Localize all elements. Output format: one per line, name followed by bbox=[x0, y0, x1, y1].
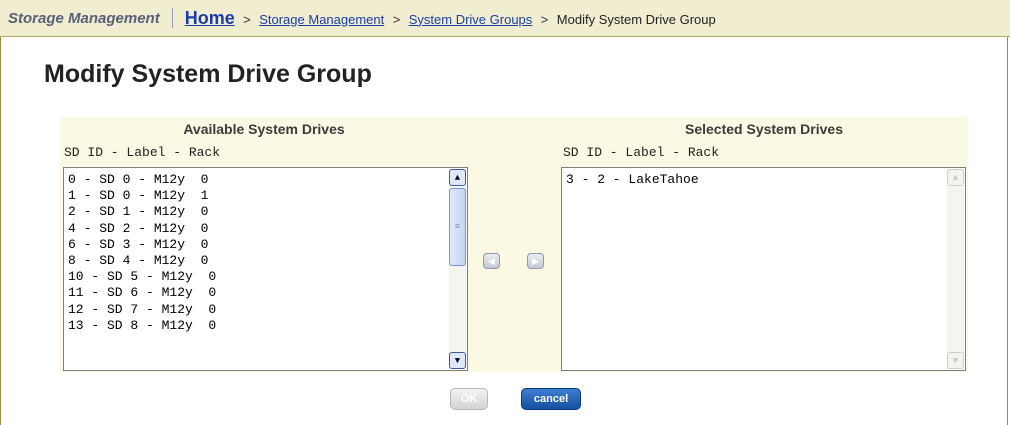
scroll-up-arrow-icon[interactable]: ▲ bbox=[947, 169, 964, 186]
ok-button[interactable]: OK bbox=[450, 388, 488, 410]
app-title: Storage Management bbox=[8, 9, 160, 27]
list-item[interactable]: 11 - SD 6 - M12y 0 bbox=[64, 285, 467, 301]
scroll-down-arrow-icon[interactable]: ▼ bbox=[947, 352, 964, 369]
scrollbar-thumb[interactable]: ≡ bbox=[449, 188, 466, 266]
selected-drives-heading: Selected System Drives bbox=[685, 121, 843, 137]
selected-drives-list[interactable]: 3 - 2 - LakeTahoe ▲ ▼ bbox=[561, 167, 966, 371]
move-left-button[interactable]: ◀ bbox=[483, 253, 500, 269]
list-item[interactable]: 4 - SD 2 - M12y 0 bbox=[64, 221, 467, 237]
move-right-button[interactable]: ▶ bbox=[527, 253, 544, 269]
available-drives-list[interactable]: 0 - SD 0 - M12y 01 - SD 0 - M12y 12 - SD… bbox=[63, 167, 468, 371]
breadcrumb-current: Modify System Drive Group bbox=[556, 11, 716, 27]
list-item[interactable]: 2 - SD 1 - M12y 0 bbox=[64, 204, 467, 220]
arrow-right-icon: ▶ bbox=[532, 255, 539, 266]
list-item[interactable]: 12 - SD 7 - M12y 0 bbox=[64, 302, 467, 318]
scroll-up-arrow-icon[interactable]: ▲ bbox=[449, 169, 466, 186]
available-drives-heading: Available System Drives bbox=[183, 121, 345, 137]
list-item[interactable]: 6 - SD 3 - M12y 0 bbox=[64, 237, 467, 253]
breadcrumb-system-drive-groups-link[interactable]: System Drive Groups bbox=[409, 12, 533, 27]
available-drives-options: 0 - SD 0 - M12y 01 - SD 0 - M12y 12 - SD… bbox=[64, 168, 467, 334]
selected-drives-options: 3 - 2 - LakeTahoe bbox=[562, 168, 965, 188]
page-title: Modify System Drive Group bbox=[44, 60, 372, 88]
breadcrumb-separator: > bbox=[243, 11, 251, 27]
list-item[interactable]: 10 - SD 5 - M12y 0 bbox=[64, 269, 467, 285]
drive-selection-panel: Available System Drives SD ID - Label - … bbox=[60, 117, 968, 372]
header-divider bbox=[171, 8, 173, 28]
breadcrumb-home-link[interactable]: Home bbox=[185, 8, 235, 28]
scroll-down-arrow-icon[interactable]: ▼ bbox=[449, 352, 466, 369]
arrow-left-icon: ◀ bbox=[488, 255, 495, 266]
breadcrumb: Home > Storage Management > System Drive… bbox=[185, 8, 716, 29]
selected-columns-label: SD ID - Label - Rack bbox=[563, 145, 720, 160]
available-columns-label: SD ID - Label - Rack bbox=[64, 145, 221, 160]
grip-icon: ≡ bbox=[454, 221, 461, 232]
header-bar: Storage Management Home > Storage Manage… bbox=[0, 0, 1010, 37]
list-item[interactable]: 8 - SD 4 - M12y 0 bbox=[64, 253, 467, 269]
list-item[interactable]: 13 - SD 8 - M12y 0 bbox=[64, 318, 467, 334]
list-item[interactable]: 1 - SD 0 - M12y 1 bbox=[64, 188, 467, 204]
available-list-scrollbar[interactable]: ▲ ≡ ▼ bbox=[449, 169, 466, 369]
breadcrumb-separator: > bbox=[540, 11, 549, 27]
breadcrumb-storage-management-link[interactable]: Storage Management bbox=[259, 12, 384, 27]
list-item[interactable]: 0 - SD 0 - M12y 0 bbox=[64, 172, 467, 188]
breadcrumb-separator: > bbox=[392, 11, 401, 27]
selected-list-scrollbar[interactable]: ▲ ▼ bbox=[947, 169, 964, 369]
cancel-button[interactable]: cancel bbox=[521, 388, 581, 410]
list-item[interactable]: 3 - 2 - LakeTahoe bbox=[562, 172, 965, 188]
